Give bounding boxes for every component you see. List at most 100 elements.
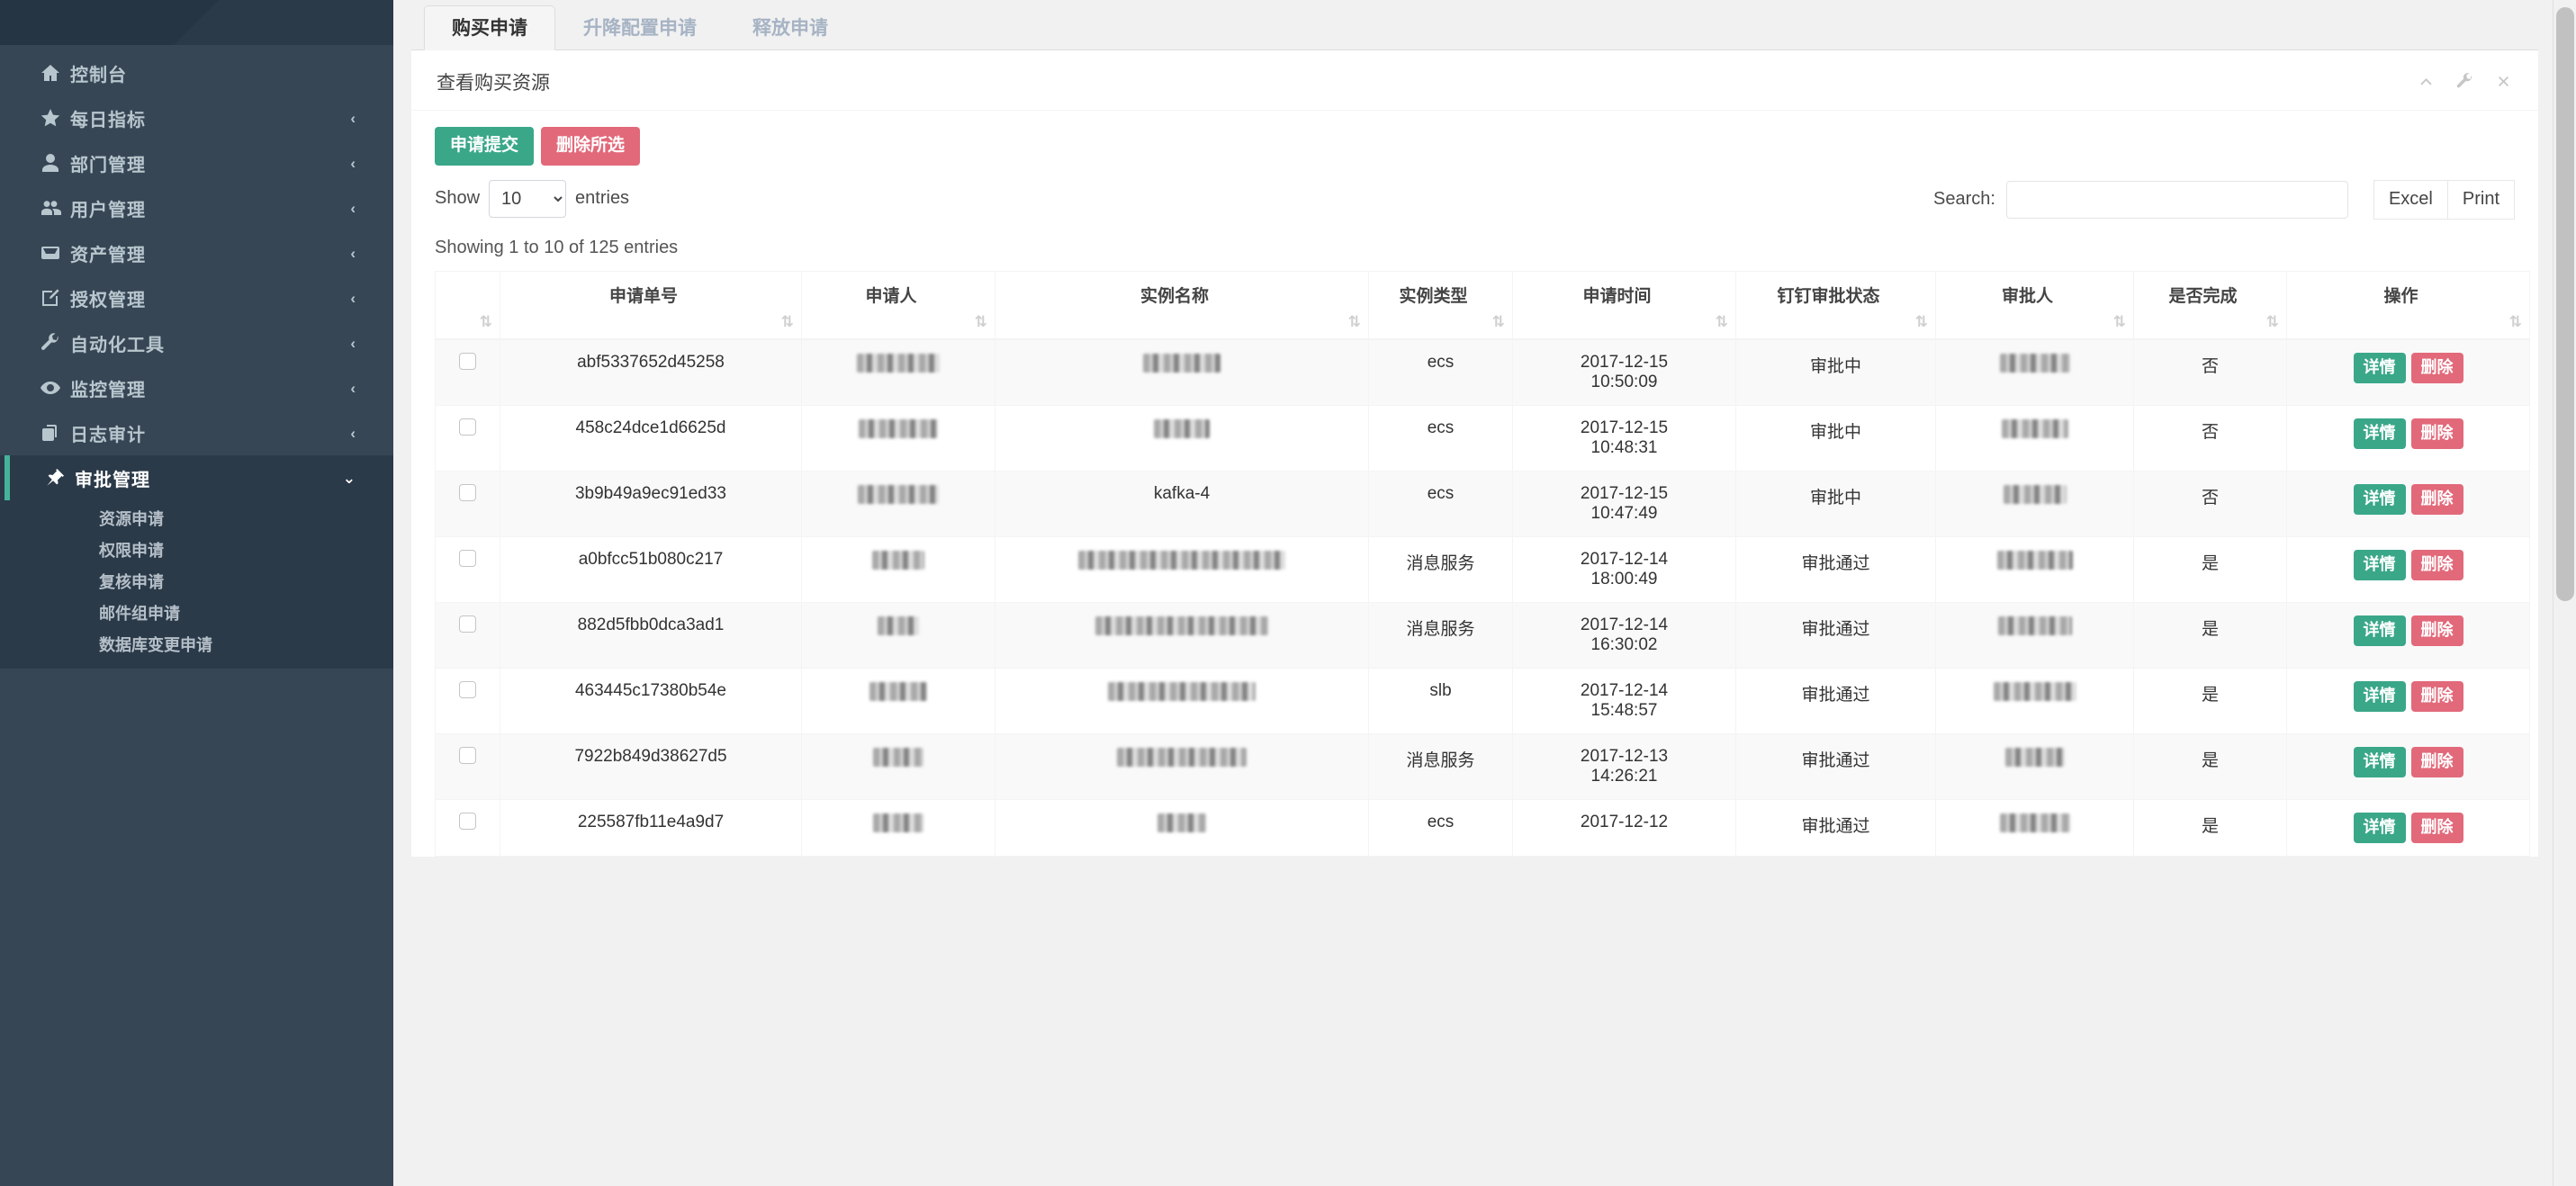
delete-row-button[interactable]: 删除 xyxy=(2410,484,2463,516)
sidebar-item-label: 控制台 xyxy=(70,65,127,85)
sidebar-item-3[interactable]: 用户管理 ‹ xyxy=(0,185,393,230)
applicant-column[interactable]: 申请人 ⇅ xyxy=(801,270,995,341)
row-checkbox-cell[interactable] xyxy=(435,668,500,735)
delete-row-button[interactable]: 删除 xyxy=(2410,681,2463,713)
detail-button[interactable]: 详情 xyxy=(2353,484,2406,516)
delete-row-button[interactable]: 删除 xyxy=(2410,550,2463,581)
entries-per-page-select[interactable]: 102550100 xyxy=(489,179,567,218)
row-checkbox-cell[interactable] xyxy=(435,471,500,538)
detail-button[interactable]: 详情 xyxy=(2353,681,2406,713)
row-checkbox-cell[interactable] xyxy=(435,733,500,801)
sidebar-item-9[interactable]: 审批管理 ⌄ xyxy=(0,455,393,500)
dingtalk-status-cell: 审批通过 xyxy=(1735,668,1936,735)
sidebar-item-2[interactable]: 部门管理 ‹ xyxy=(0,140,393,185)
select-all-column[interactable]: ⇅ xyxy=(435,270,500,341)
sort-icon[interactable]: ⇅ xyxy=(1915,314,1928,329)
row-checkbox[interactable] xyxy=(459,484,476,502)
sidebar-item-1[interactable]: 每日指标 ‹ xyxy=(0,95,393,140)
row-checkbox[interactable] xyxy=(459,813,476,831)
request-id-cell: 225587fb11e4a9d7 xyxy=(500,799,802,858)
sort-icon[interactable]: ⇅ xyxy=(1348,314,1361,329)
sidebar-item-label: 每日指标 xyxy=(70,110,146,130)
sidebar-subitem-1[interactable]: 权限申请 xyxy=(0,534,393,565)
applicant-cell xyxy=(801,799,995,858)
delete-row-button[interactable]: 删除 xyxy=(2410,418,2463,450)
sidebar-nav: 控制台每日指标 ‹ 部门管理 ‹ 用户管理 ‹ 资产管理 ‹ 授权管理 ‹ 自动化工具 ‹ 监控管理 ‹ 日… xyxy=(0,45,393,500)
sort-icon[interactable]: ⇅ xyxy=(480,314,492,329)
detail-button[interactable]: 详情 xyxy=(2353,418,2406,450)
request-date: 2017-12-15 xyxy=(1580,418,1669,438)
submit-request-button[interactable]: 申请提交 xyxy=(435,127,535,166)
instance-type-cell: slb xyxy=(1368,668,1513,735)
actions-cell: 详情 删除 xyxy=(2286,536,2530,604)
detail-button[interactable]: 详情 xyxy=(2353,550,2406,581)
column-label: 钉钉审批状态 xyxy=(1777,286,1880,306)
row-checkbox[interactable] xyxy=(459,747,476,765)
sidebar-item-0[interactable]: 控制台 xyxy=(0,50,393,95)
detail-button[interactable]: 详情 xyxy=(2353,813,2406,844)
row-checkbox-cell[interactable] xyxy=(435,536,500,604)
delete-row-button[interactable]: 删除 xyxy=(2410,747,2463,778)
tab-0[interactable]: 购买申请 xyxy=(424,5,555,50)
search-input[interactable] xyxy=(2005,180,2348,219)
page-scrollbar[interactable] xyxy=(2553,0,2576,1186)
collapse-icon[interactable] xyxy=(2417,72,2436,91)
redacted-text xyxy=(1095,615,1268,635)
detail-button[interactable]: 详情 xyxy=(2353,353,2406,384)
sort-icon[interactable]: ⇅ xyxy=(2113,314,2126,329)
delete-row-button[interactable]: 删除 xyxy=(2410,353,2463,384)
sort-icon[interactable]: ⇅ xyxy=(1716,314,1728,329)
instance-name-column[interactable]: 实例名称 ⇅ xyxy=(995,270,1369,341)
row-checkbox[interactable] xyxy=(459,418,476,436)
sidebar-item-5[interactable]: 授权管理 ‹ xyxy=(0,275,393,320)
sidebar-item-4[interactable]: 资产管理 ‹ xyxy=(0,230,393,275)
sidebar-item-8[interactable]: 日志审计 ‹ xyxy=(0,410,393,455)
sidebar-item-6[interactable]: 自动化工具 ‹ xyxy=(0,320,393,365)
detail-button[interactable]: 详情 xyxy=(2353,615,2406,647)
row-checkbox[interactable] xyxy=(459,681,476,699)
actions-column[interactable]: 操作 ⇅ xyxy=(2286,270,2530,341)
sidebar-subitem-4[interactable]: 数据库变更申请 xyxy=(0,628,393,660)
approver-cell xyxy=(1935,338,2134,407)
row-checkbox[interactable] xyxy=(459,550,476,568)
request-id-column[interactable]: 申请单号 ⇅ xyxy=(500,270,802,341)
tab-2[interactable]: 释放申请 xyxy=(725,5,856,50)
row-checkbox-cell[interactable] xyxy=(435,405,500,472)
print-button[interactable]: Print xyxy=(2447,179,2515,220)
excel-export-button[interactable]: Excel xyxy=(2373,179,2448,220)
request-time-cell: 2017-12-12 xyxy=(1512,799,1736,858)
instance-type-column[interactable]: 实例类型 ⇅ xyxy=(1368,270,1513,341)
sidebar-subitem-2[interactable]: 复核申请 xyxy=(0,565,393,597)
delete-row-button[interactable]: 删除 xyxy=(2410,615,2463,647)
row-checkbox-cell[interactable] xyxy=(435,602,500,669)
detail-button[interactable]: 详情 xyxy=(2353,747,2406,778)
row-checkbox-cell[interactable] xyxy=(435,799,500,858)
request-clock: 10:50:09 xyxy=(1590,373,1658,392)
sidebar-item-7[interactable]: 监控管理 ‹ xyxy=(0,365,393,410)
approver-column[interactable]: 审批人 ⇅ xyxy=(1935,270,2134,341)
instance-name-cell xyxy=(995,536,1369,604)
delete-row-button[interactable]: 删除 xyxy=(2410,813,2463,844)
tab-1[interactable]: 升降配置申请 xyxy=(555,5,725,50)
column-label: 申请单号 xyxy=(608,286,678,306)
close-icon[interactable] xyxy=(2494,72,2513,91)
actions-cell: 详情 删除 xyxy=(2286,405,2530,472)
sidebar-subitem-0[interactable]: 资源申请 xyxy=(0,502,393,534)
sort-icon[interactable]: ⇅ xyxy=(1492,314,1505,329)
sidebar-item-label: 用户管理 xyxy=(70,200,146,220)
completed-column[interactable]: 是否完成 ⇅ xyxy=(2133,270,2287,341)
row-checkbox[interactable] xyxy=(459,353,476,371)
tab-label: 释放申请 xyxy=(752,18,828,39)
row-checkbox-cell[interactable] xyxy=(435,338,500,407)
sort-icon[interactable]: ⇅ xyxy=(781,314,794,329)
wrench-icon[interactable] xyxy=(2455,72,2474,91)
sort-icon[interactable]: ⇅ xyxy=(2266,314,2279,329)
delete-selected-button[interactable]: 删除所选 xyxy=(541,127,641,166)
page-scrollbar-thumb[interactable] xyxy=(2556,7,2574,601)
sort-icon[interactable]: ⇅ xyxy=(975,314,987,329)
row-checkbox[interactable] xyxy=(459,615,476,633)
sort-icon[interactable]: ⇅ xyxy=(2509,314,2522,329)
request-time-column[interactable]: 申请时间 ⇅ xyxy=(1512,270,1736,341)
dingtalk-status-column[interactable]: 钉钉审批状态 ⇅ xyxy=(1735,270,1936,341)
sidebar-subitem-3[interactable]: 邮件组申请 xyxy=(0,597,393,628)
